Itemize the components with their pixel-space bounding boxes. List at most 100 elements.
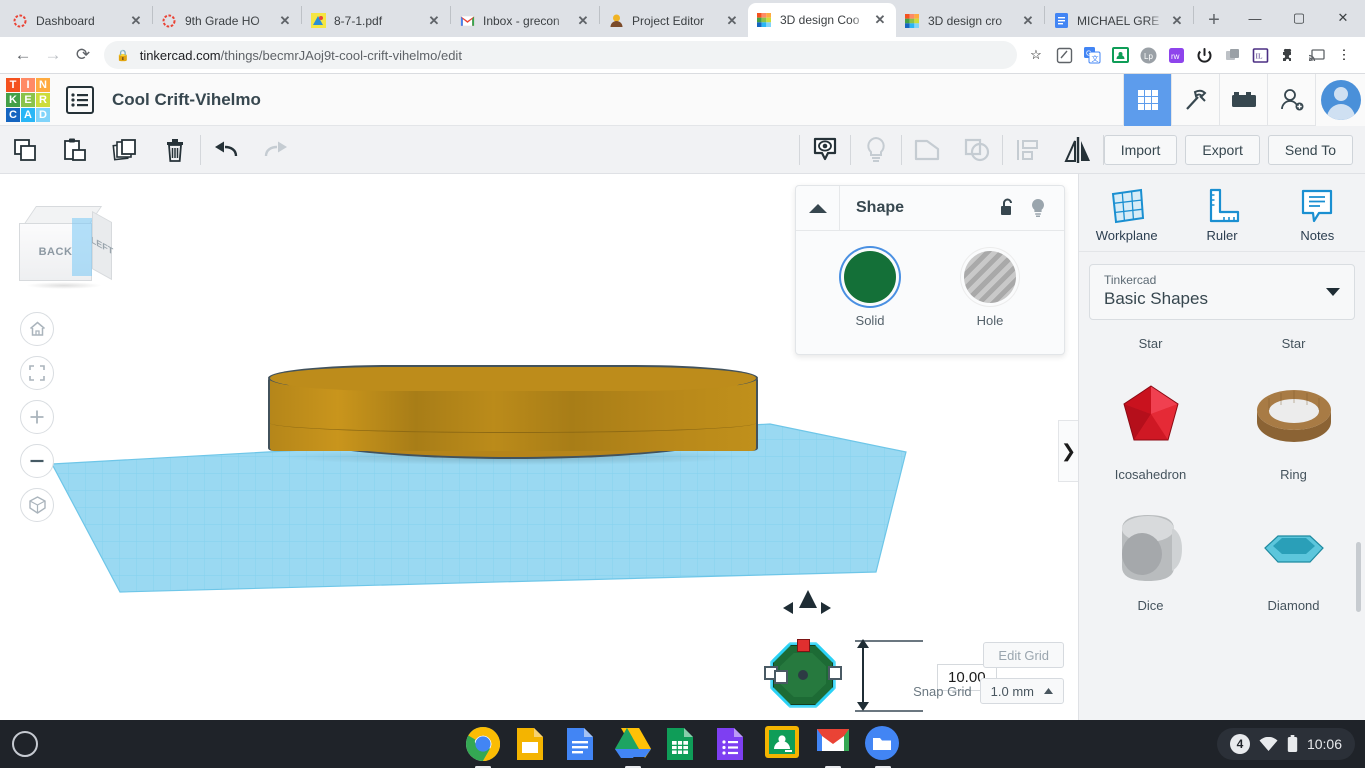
clock-time[interactable]: 10:06 bbox=[1307, 736, 1342, 752]
new-tab-button[interactable]: + bbox=[1200, 6, 1228, 34]
view-cube-right-face[interactable]: LEFT bbox=[91, 211, 113, 281]
browser-tab[interactable]: Inbox - grecon ✕ bbox=[451, 4, 599, 37]
shape-library-item[interactable]: Dice bbox=[1079, 496, 1222, 627]
google-classroom-icon[interactable] bbox=[764, 726, 801, 762]
duplicate-icon[interactable] bbox=[100, 126, 150, 174]
chevron-right-icon[interactable]: ❯ bbox=[1058, 420, 1078, 482]
view-cube[interactable]: LEFT BACK bbox=[18, 206, 114, 292]
shape-library-item[interactable]: Diamond bbox=[1222, 496, 1365, 627]
tab-close-button[interactable]: ✕ bbox=[128, 13, 144, 29]
maximize-button[interactable]: ▢ bbox=[1277, 3, 1321, 33]
forward-button[interactable]: → bbox=[38, 40, 68, 70]
launcher-icon[interactable] bbox=[12, 731, 38, 757]
tinkercad-logo-icon[interactable]: T I N K E R C A D bbox=[6, 77, 50, 122]
address-bar[interactable]: 🔒 tinkercad.com/things/becmrJAoj9t-cool-… bbox=[104, 41, 1017, 69]
browser-tab[interactable]: 3D design cro ✕ bbox=[896, 4, 1044, 37]
hole-swatch[interactable] bbox=[964, 251, 1016, 303]
edit-grid-button[interactable]: Edit Grid bbox=[983, 642, 1064, 668]
user-avatar[interactable] bbox=[1315, 73, 1365, 126]
google-docs-icon[interactable] bbox=[565, 726, 601, 762]
browser-tab-active[interactable]: 3D design Coo ✕ bbox=[748, 3, 896, 37]
align-icon[interactable] bbox=[1003, 126, 1053, 174]
browser-tab[interactable]: 8-7-1.pdf ✕ bbox=[302, 4, 450, 37]
mirror-icon[interactable] bbox=[1053, 126, 1103, 174]
home-view-icon[interactable] bbox=[20, 312, 54, 346]
fit-to-view-icon[interactable] bbox=[20, 356, 54, 390]
delete-icon[interactable] bbox=[150, 126, 200, 174]
google-forms-icon[interactable] bbox=[715, 726, 751, 762]
copy-icon[interactable] bbox=[0, 126, 50, 174]
solid-swatch[interactable] bbox=[844, 251, 896, 303]
wifi-icon[interactable] bbox=[1259, 736, 1278, 752]
tab-close-button[interactable]: ✕ bbox=[872, 12, 888, 28]
tab-close-button[interactable]: ✕ bbox=[1169, 13, 1185, 29]
chrome-icon[interactable] bbox=[465, 726, 501, 768]
grayscale-stack-icon[interactable] bbox=[1219, 42, 1245, 68]
hole-option[interactable]: Hole bbox=[951, 251, 1029, 328]
close-window-button[interactable]: ✕ bbox=[1321, 3, 1365, 33]
undo-icon[interactable] bbox=[201, 126, 251, 174]
import-button[interactable]: Import bbox=[1103, 134, 1178, 165]
power-icon[interactable] bbox=[1191, 42, 1217, 68]
design-name[interactable]: Cool Crift-Vihelmo bbox=[112, 90, 261, 110]
center-handle[interactable] bbox=[798, 670, 808, 680]
lp-circle-icon[interactable]: Lp bbox=[1135, 42, 1161, 68]
blocks-grid-icon[interactable] bbox=[1123, 73, 1171, 126]
3d-viewport[interactable]: 10.00 LEFT BACK Shape Solid Hole Edit Gr… bbox=[0, 174, 1078, 720]
reload-button[interactable]: ⟳ bbox=[68, 40, 98, 70]
google-classroom-icon[interactable] bbox=[1107, 42, 1133, 68]
add-person-icon[interactable] bbox=[1267, 73, 1315, 126]
shape-library-item[interactable]: Star bbox=[1079, 330, 1222, 365]
send-to-button[interactable]: Send To bbox=[1267, 134, 1353, 165]
browser-tab[interactable]: MICHAEL GRE ✕ bbox=[1045, 4, 1193, 37]
ungroup-icon[interactable] bbox=[952, 126, 1002, 174]
snap-grid-select[interactable]: 1.0 mm bbox=[979, 678, 1064, 704]
google-sheets-icon[interactable] bbox=[665, 726, 701, 762]
collapse-triangle-icon[interactable] bbox=[796, 185, 840, 231]
resize-handle-right[interactable] bbox=[828, 666, 842, 680]
orthographic-view-icon[interactable] bbox=[20, 488, 54, 522]
gmail-icon[interactable] bbox=[815, 726, 851, 768]
shape-library-item[interactable]: Star bbox=[1222, 330, 1365, 365]
export-button[interactable]: Export bbox=[1185, 134, 1260, 165]
show-hide-icon[interactable] bbox=[800, 126, 850, 174]
bookmark-star-icon[interactable]: ☆ bbox=[1023, 42, 1049, 68]
resize-handle-left-inner[interactable] bbox=[774, 670, 788, 684]
redo-icon[interactable] bbox=[251, 126, 301, 174]
height-handle[interactable] bbox=[797, 639, 810, 652]
minimize-button[interactable]: — bbox=[1233, 3, 1277, 33]
zoom-out-icon[interactable] bbox=[20, 444, 54, 478]
selected-shape-object[interactable] bbox=[764, 639, 842, 712]
sidebar-item-workplane[interactable]: Workplane bbox=[1079, 186, 1174, 243]
google-slides-icon[interactable] bbox=[515, 726, 551, 762]
browser-tab[interactable]: 9th Grade HO ✕ bbox=[153, 4, 301, 37]
shape-library-select[interactable]: Tinkercad Basic Shapes bbox=[1089, 264, 1355, 320]
notification-count-badge[interactable]: 4 bbox=[1229, 734, 1250, 754]
light-bulb-icon[interactable] bbox=[1030, 198, 1046, 218]
shape-library-item[interactable]: Icosahedron bbox=[1079, 365, 1222, 496]
shape-library-item[interactable]: Ring bbox=[1222, 365, 1365, 496]
zoom-in-icon[interactable] bbox=[20, 400, 54, 434]
light-bulb-icon[interactable] bbox=[851, 126, 901, 174]
codeblocks-hammer-icon[interactable] bbox=[1171, 73, 1219, 126]
solid-option[interactable]: Solid bbox=[831, 251, 909, 328]
cylinder-disc-object[interactable] bbox=[268, 365, 758, 465]
group-icon[interactable] bbox=[902, 126, 952, 174]
battery-icon[interactable] bbox=[1287, 735, 1298, 753]
google-drive-icon[interactable] bbox=[614, 726, 651, 768]
tab-close-button[interactable]: ✕ bbox=[426, 13, 442, 29]
cast-icon[interactable] bbox=[1303, 42, 1329, 68]
google-translate-icon[interactable]: G文 bbox=[1079, 42, 1105, 68]
unlock-icon[interactable] bbox=[1000, 198, 1016, 218]
chevron-down-icon[interactable] bbox=[1326, 288, 1340, 296]
puzzle-extensions-icon[interactable] bbox=[1275, 42, 1301, 68]
sidebar-item-notes[interactable]: Notes bbox=[1270, 186, 1365, 243]
tab-close-button[interactable]: ✕ bbox=[277, 13, 293, 29]
tab-close-button[interactable]: ✕ bbox=[575, 13, 591, 29]
sidebar-item-ruler[interactable]: Ruler bbox=[1174, 186, 1269, 243]
list-view-icon[interactable] bbox=[66, 85, 94, 114]
browser-tab[interactable]: Project Editor ✕ bbox=[600, 4, 748, 37]
tab-close-button[interactable]: ✕ bbox=[724, 13, 740, 29]
purple-tw-icon[interactable]: rw bbox=[1163, 42, 1189, 68]
browser-tab[interactable]: Dashboard ✕ bbox=[4, 4, 152, 37]
